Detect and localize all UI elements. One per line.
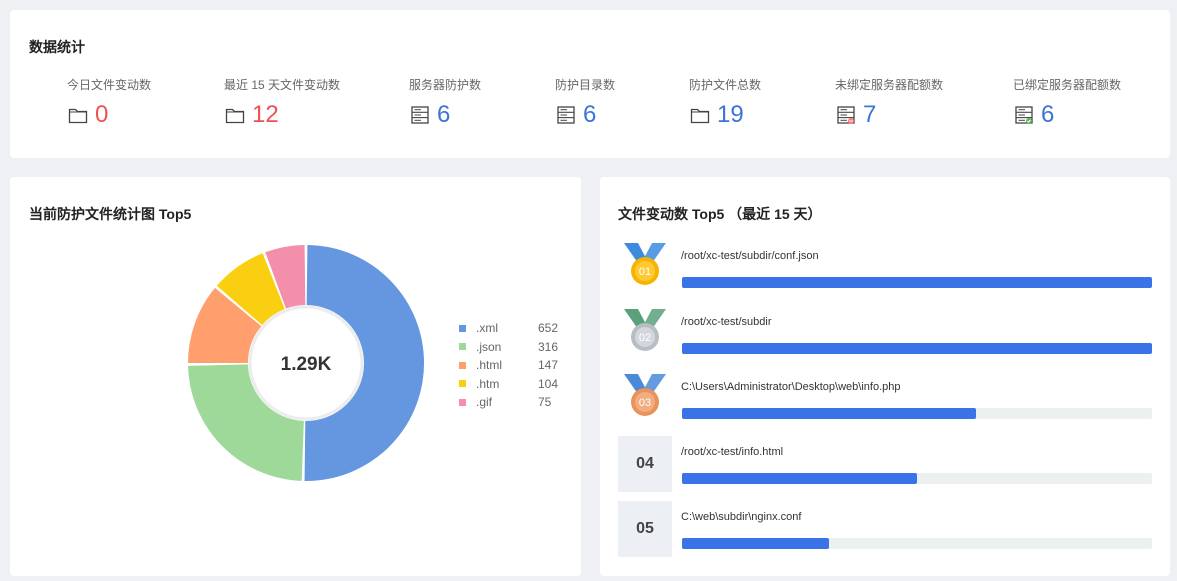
legend-name: .html [476,358,503,373]
legend-value: 316 [538,339,559,354]
server-bound-icon [1013,104,1035,126]
stats-title: 数据统计 [29,39,85,55]
progress-track [682,473,1152,484]
server-icon [555,104,577,126]
stat-label: 未绑定服务器配额数 [835,78,944,92]
file-path: /root/xc-test/subdir/conf.json [681,250,819,262]
rank-number: 04 [618,436,672,492]
legend-swatch [459,343,466,351]
legend-swatch [459,398,466,406]
top5-row: 03 C:\Users\Administrator\Desktop\web\inf… [618,371,1152,427]
stat-label: 防护文件总数 [689,78,762,92]
folder-icon [689,104,711,126]
progress-track [682,277,1152,288]
folder-icon [224,104,246,126]
file-path: C:\web\subdir\nginx.conf [681,511,802,523]
stat-value: 6 [1041,101,1055,128]
server-icon [409,104,431,126]
stat-value: 0 [95,101,109,128]
legend-value: 75 [538,395,552,410]
legend-name: .gif [476,395,493,410]
stat-item: 今日文件变动数 0 [67,76,151,127]
svg-text:02: 02 [639,332,651,344]
stat-item: 未绑定服务器配额数 7 [835,76,943,127]
legend-item[interactable]: .gif 75 [459,393,558,412]
file-path: /root/xc-test/subdir [681,316,772,328]
progress-fill [682,343,1152,354]
top5-title: 文件变动数 Top5 （最近 15 天） [618,206,822,222]
stat-value: 6 [437,101,451,128]
legend-name: .xml [476,321,498,336]
stat-label: 服务器防护数 [409,78,482,92]
stats-card: 数据统计 今日文件变动数 0 最近 15 天文件变动数 12 服务器防护数 6 防护目录数 6… [10,10,1170,158]
legend-name: .htm [476,376,500,391]
folder-icon [67,104,89,126]
legend-item[interactable]: .html 147 [459,356,558,375]
rank-number: 05 [618,501,672,557]
top5-row: 02/root/xc-test/subdir [618,306,1152,362]
stat-value: 7 [863,101,877,128]
stat-item: 服务器防护数 6 [409,76,481,127]
stat-item: 最近 15 天文件变动数 12 [224,76,340,127]
legend-swatch [459,324,466,332]
progress-fill [682,408,976,419]
stat-value: 6 [583,101,597,128]
pie-title: 当前防护文件统计图 Top5 [29,206,192,222]
bronze-medal-icon: 03 [618,371,672,427]
stat-item: 防护文件总数 19 [689,76,761,127]
stat-label: 已绑定服务器配额数 [1013,78,1122,92]
stat-label: 今日文件变动数 [67,78,152,92]
progress-track [682,538,1152,549]
legend-value: 104 [538,376,559,391]
stat-item: 已绑定服务器配额数 6 [1013,76,1121,127]
pie-card: 当前防护文件统计图 Top5 1.29K .xml 652 .json 316 .htm… [10,177,581,576]
stat-value: 12 [252,101,279,128]
top5-row: 01/root/xc-test/subdir/conf.json [618,240,1152,296]
silver-medal-icon: 02 [618,306,672,362]
legend-item[interactable]: .xml 652 [459,319,558,338]
progress-fill [682,473,917,484]
svg-text:03: 03 [639,397,651,409]
legend-swatch [459,361,466,369]
stat-label: 防护目录数 [555,78,616,92]
svg-text:01: 01 [639,266,651,278]
progress-track [682,343,1152,354]
progress-fill [682,277,1152,288]
top5-card: 文件变动数 Top5 （最近 15 天） 01/root/xc-test/sub… [600,177,1170,576]
stat-item: 防护目录数 6 [555,76,615,127]
donut-center-label: 1.29K [281,354,332,375]
stat-label: 最近 15 天文件变动数 [224,78,341,92]
stat-value: 19 [717,101,744,128]
legend-value: 147 [538,358,559,373]
legend-name: .json [476,339,502,354]
file-path: /root/xc-test/info.html [681,446,784,458]
top5-row: 05 C:\web\subdir\nginx.conf [618,501,1152,557]
legend-item[interactable]: .json 316 [459,338,558,357]
progress-track [682,408,1152,419]
donut-chart: 1.29K [188,245,425,482]
server-unbound-icon [835,104,857,126]
top5-row: 04/root/xc-test/info.html [618,436,1152,492]
legend-value: 652 [538,321,559,336]
legend-item[interactable]: .htm 104 [459,375,558,394]
legend-swatch [459,380,466,388]
file-path: C:\Users\Administrator\Desktop\web\info.… [681,381,901,393]
gold-medal-icon: 01 [618,240,672,296]
progress-fill [682,538,830,549]
pie-legend: .xml 652 .json 316 .html 147 .htm 104 .gif 75 [459,319,558,412]
